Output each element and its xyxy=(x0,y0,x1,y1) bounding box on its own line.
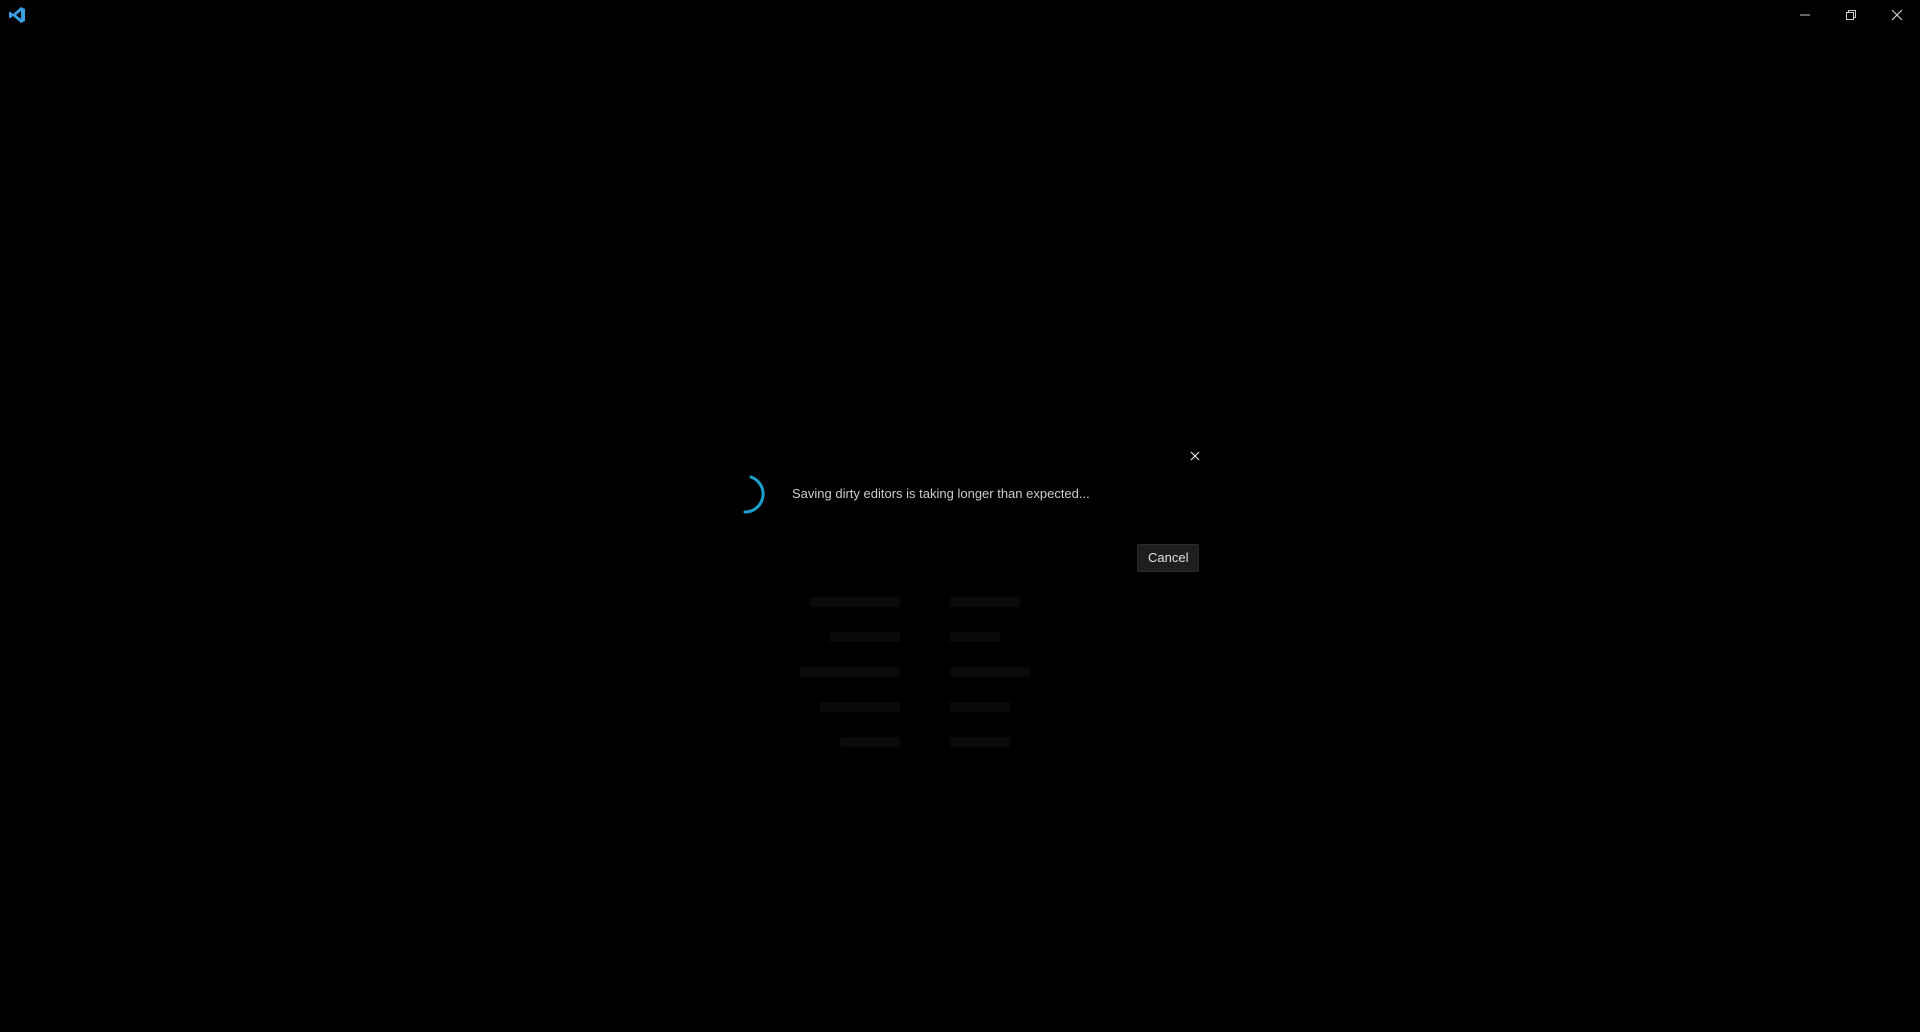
dialog-close-button[interactable] xyxy=(1187,447,1203,463)
app-window: Saving dirty editors is taking longer th… xyxy=(0,0,1920,1032)
watermark-line xyxy=(950,597,1020,607)
watermark-line xyxy=(800,667,900,677)
watermark-line xyxy=(810,597,900,607)
progress-dialog: Saving dirty editors is taking longer th… xyxy=(710,440,1210,580)
watermark-line xyxy=(950,632,1000,642)
dialog-message: Saving dirty editors is taking longer th… xyxy=(792,486,1090,501)
restore-button[interactable] xyxy=(1828,0,1874,30)
cancel-button[interactable]: Cancel xyxy=(1137,544,1200,572)
watermark-line xyxy=(950,737,1010,747)
progress-spinner-icon xyxy=(729,473,773,517)
close-icon xyxy=(1891,6,1903,25)
close-icon xyxy=(1190,446,1200,465)
minimize-icon xyxy=(1799,6,1811,25)
vscode-logo-icon xyxy=(7,5,27,25)
watermark-line xyxy=(950,667,1030,677)
watermark-line xyxy=(950,702,1010,712)
watermark-line xyxy=(840,737,900,747)
title-bar xyxy=(0,0,1920,30)
restore-icon xyxy=(1845,6,1857,25)
editor-watermark xyxy=(760,585,1080,755)
watermark-line xyxy=(830,632,900,642)
window-close-button[interactable] xyxy=(1874,0,1920,30)
watermark-line xyxy=(820,702,900,712)
minimize-button[interactable] xyxy=(1782,0,1828,30)
